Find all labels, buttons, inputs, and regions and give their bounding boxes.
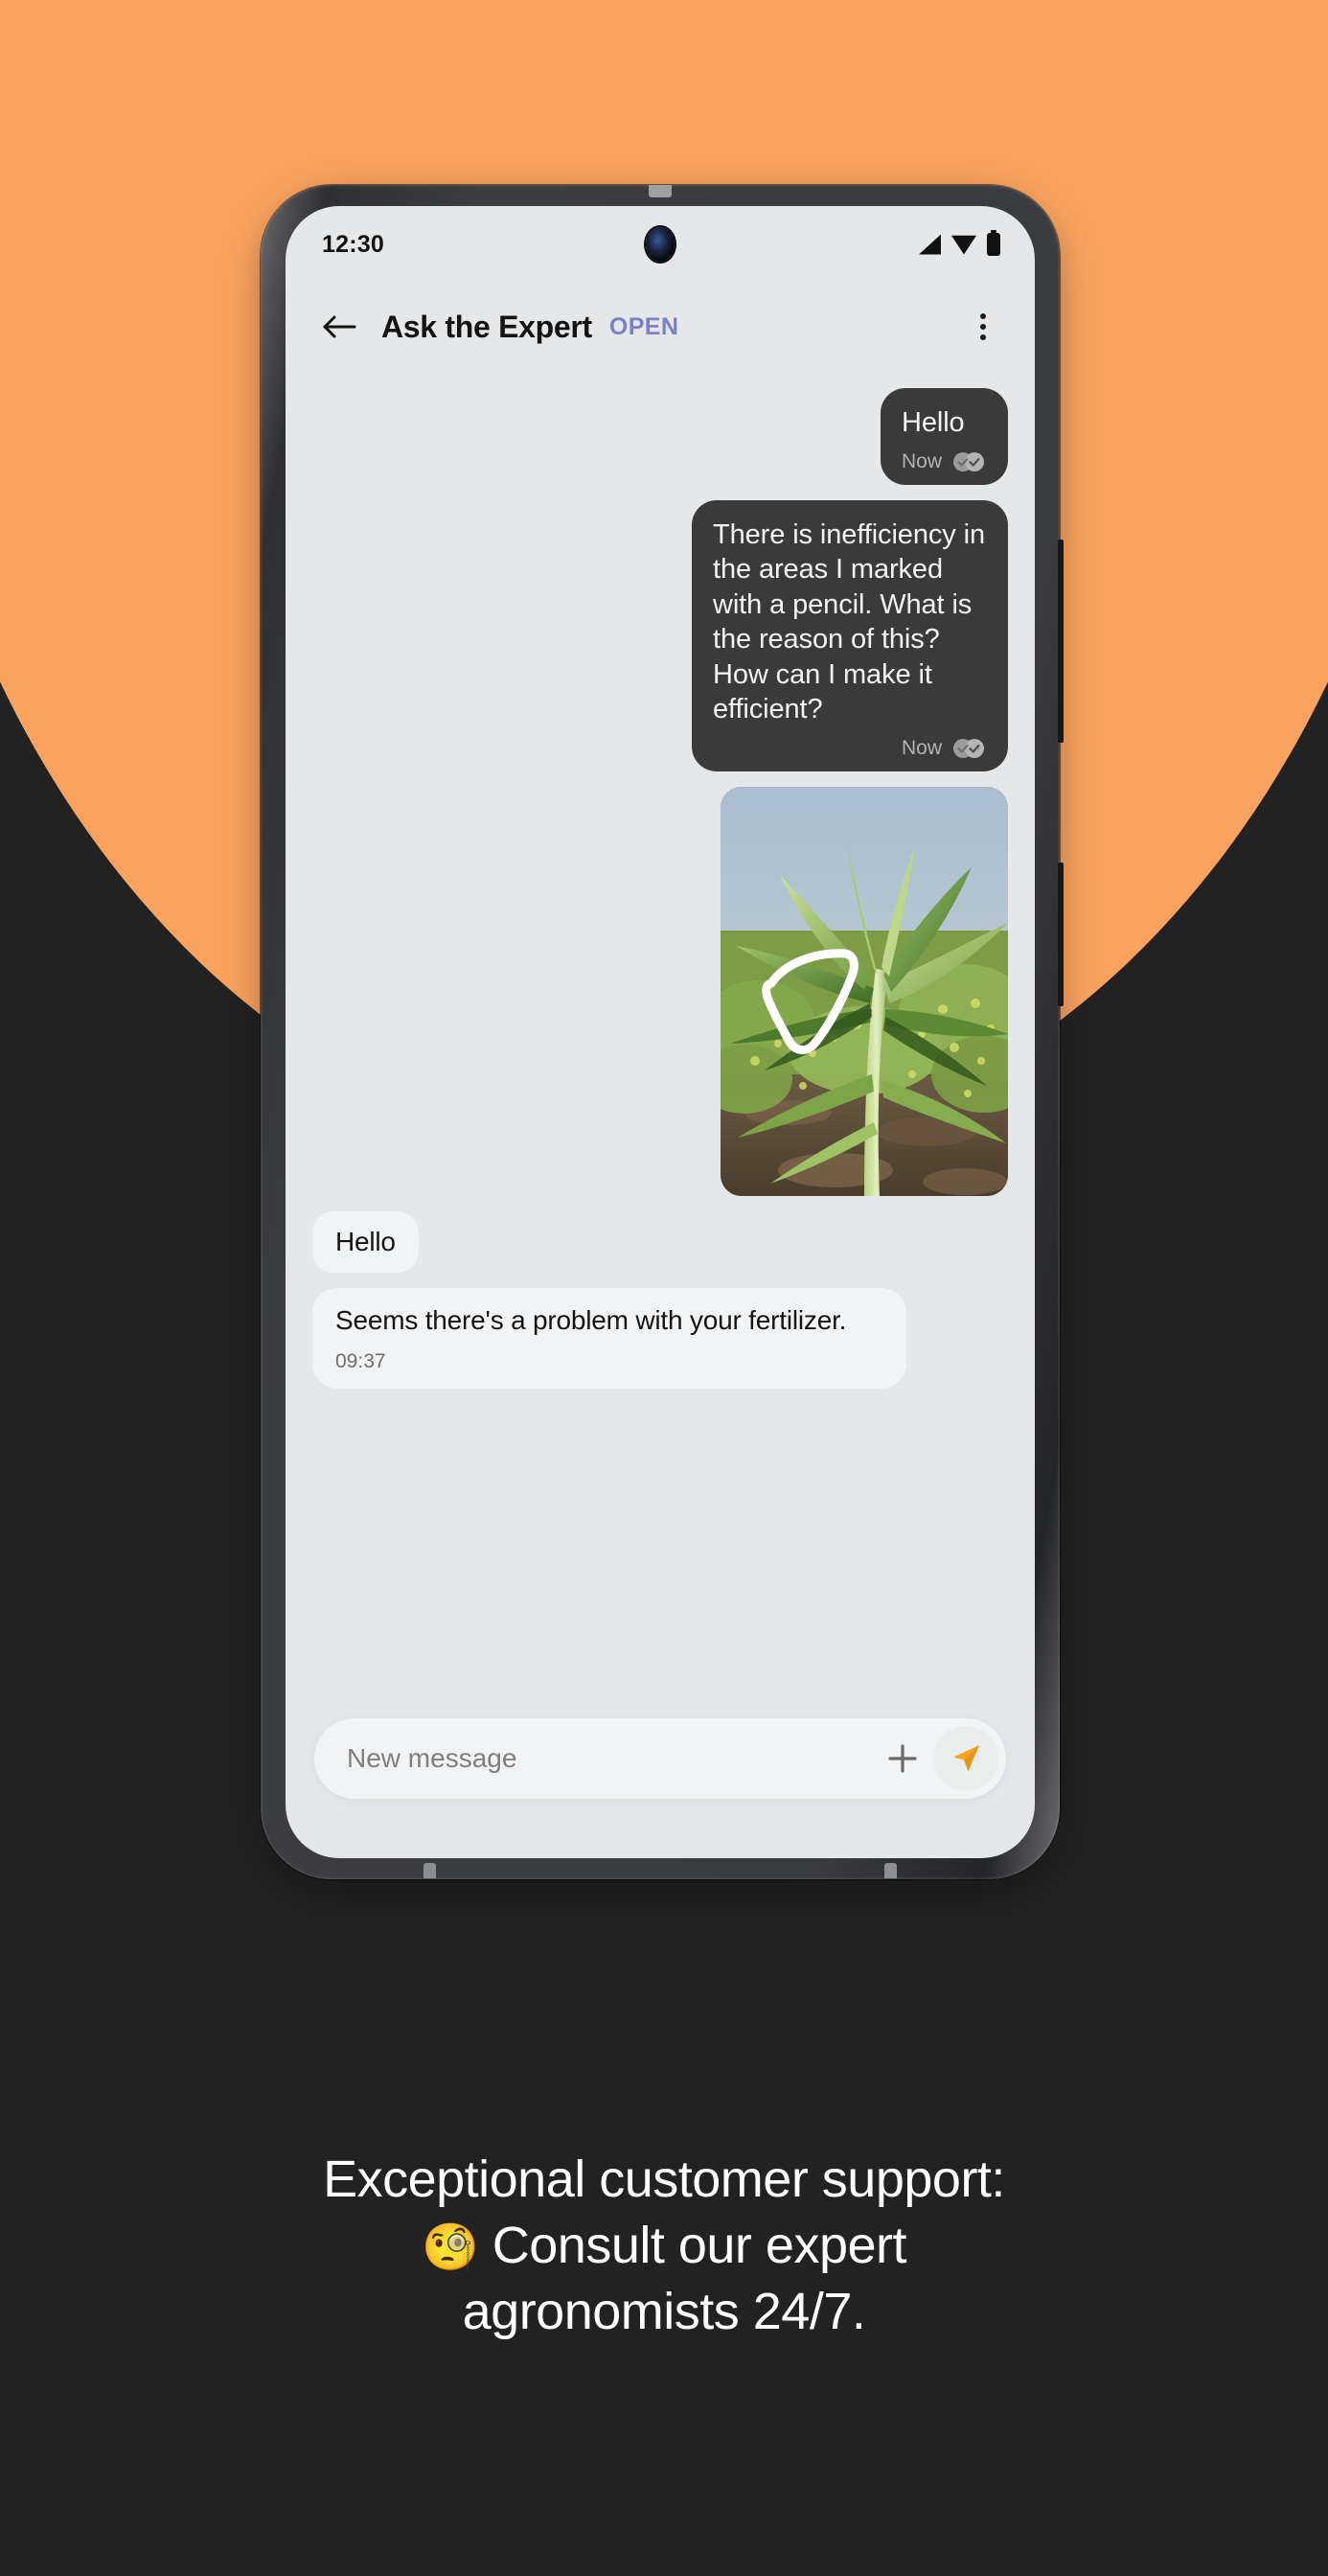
power-button[interactable] [1058, 862, 1064, 1006]
back-arrow-icon[interactable] [320, 307, 360, 347]
caption-line-1: Exceptional customer support: [323, 2150, 1005, 2208]
message-row-incoming: Hello [312, 1210, 1008, 1274]
double-check-icon [950, 737, 987, 760]
message-photo-corn-field[interactable] [721, 786, 1008, 1196]
message-timestamp: Now [901, 449, 942, 472]
message-bubble-outgoing[interactable]: Hello Now [880, 388, 1008, 485]
overflow-menu-icon[interactable] [964, 307, 1002, 347]
status-badge: OPEN [608, 312, 679, 340]
message-row-incoming: Seems there's a problem with your fertil… [312, 1288, 1008, 1389]
message-timestamp: Now [901, 736, 942, 759]
status-bar: 12:30 [286, 206, 1035, 283]
caption-line-2: 🧐 Consult our expert [105, 2213, 1223, 2279]
app-bar: Ask the Expert OPEN [286, 283, 1035, 371]
phone-mockup: 12:30 Ask the Expert OPEN Hello Now Ther… [261, 185, 1064, 1894]
conversation-list: Hello Now There is inefficiency in the a… [286, 371, 1035, 1389]
message-composer [314, 1718, 1006, 1799]
phone-frame: 12:30 Ask the Expert OPEN Hello Now Ther… [261, 185, 1064, 1879]
message-meta: Now [902, 450, 987, 473]
caption-line-3: agronomists 24/7. [462, 2283, 866, 2341]
message-meta: Now [713, 737, 987, 760]
message-row-outgoing: Hello Now [312, 388, 1008, 485]
message-bubble-incoming[interactable]: Seems there's a problem with your fertil… [312, 1288, 906, 1389]
volume-button[interactable] [1058, 540, 1064, 743]
screenshot-root: 12:30 Ask the Expert OPEN Hello Now Ther… [0, 0, 1328, 2576]
wifi-icon [951, 235, 976, 255]
phone-bottom-nub-left [424, 1863, 436, 1878]
message-row-photo [312, 786, 1008, 1196]
status-bar-time: 12:30 [322, 230, 384, 258]
new-message-input[interactable] [347, 1743, 878, 1774]
message-bubble-outgoing[interactable]: There is inefficiency in the areas I mar… [692, 499, 1008, 771]
phone-bottom-nub-right [884, 1863, 897, 1878]
front-camera-icon [646, 227, 675, 262]
marketing-caption: Exceptional customer support: 🧐 Consult … [0, 2147, 1328, 2345]
send-button[interactable] [933, 1726, 998, 1791]
battery-icon [987, 230, 1000, 256]
signal-icon [919, 234, 941, 255]
monocle-face-emoji: 🧐 [421, 2222, 479, 2274]
status-bar-icons [919, 230, 1000, 256]
plus-icon[interactable] [878, 1734, 927, 1783]
message-timestamp: 09:37 [335, 1349, 386, 1372]
caption-line-2-text: Consult our expert [492, 2217, 907, 2275]
phone-speaker-nub [649, 185, 672, 197]
double-check-icon [950, 450, 987, 473]
message-text: Hello [335, 1226, 396, 1256]
message-bubble-incoming[interactable]: Hello [312, 1210, 419, 1274]
message-row-outgoing: There is inefficiency in the areas I mar… [312, 499, 1008, 771]
message-text: Hello [901, 407, 965, 438]
page-title: Ask the Expert [381, 309, 592, 344]
message-text: There is inefficiency in the areas I mar… [713, 518, 985, 725]
phone-screen: 12:30 Ask the Expert OPEN Hello Now Ther… [286, 206, 1035, 1858]
message-text: Seems there's a problem with your fertil… [335, 1305, 847, 1336]
